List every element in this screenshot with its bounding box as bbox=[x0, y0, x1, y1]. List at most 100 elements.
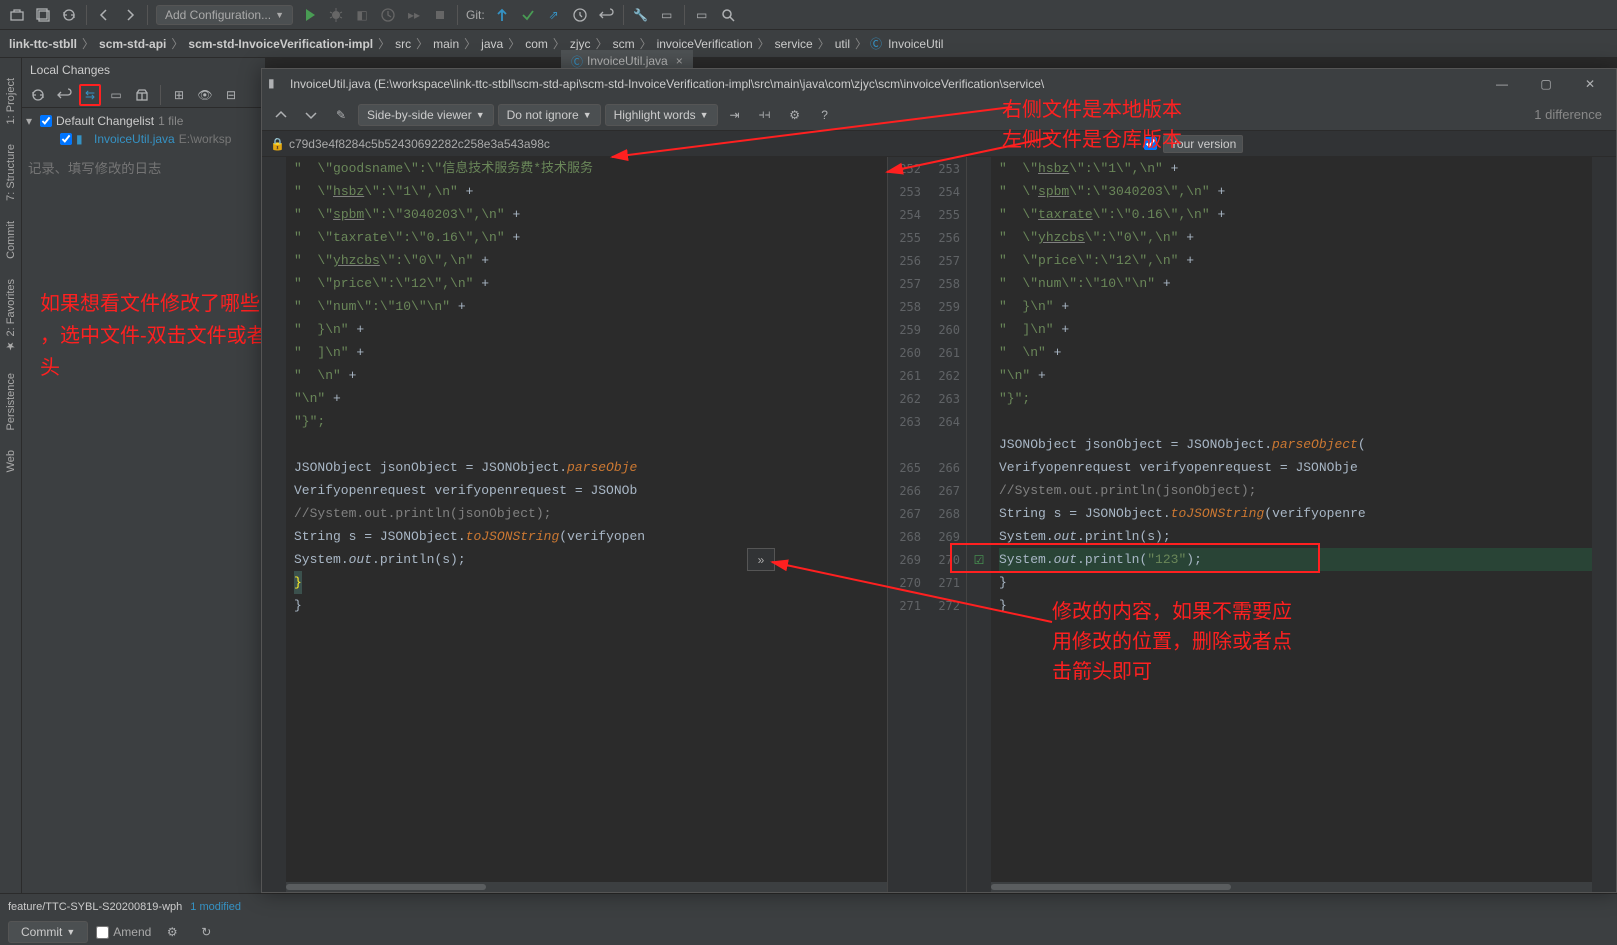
expand-all-icon[interactable]: ⊟ bbox=[220, 84, 242, 106]
crumb-3[interactable]: src bbox=[392, 37, 414, 51]
forward-icon[interactable] bbox=[118, 3, 142, 27]
git-update-icon[interactable] bbox=[490, 3, 514, 27]
help-icon[interactable]: ? bbox=[813, 103, 837, 127]
git-label: Git: bbox=[466, 8, 485, 22]
rollback-icon[interactable] bbox=[53, 84, 75, 106]
class-icon: Ⓒ bbox=[571, 53, 583, 70]
sync-scroll-icon[interactable]: ⫞⫞ bbox=[753, 103, 777, 127]
editor-area: Ⓒ InvoiceUtil.java × ▮ InvoiceUtil.java … bbox=[266, 58, 1617, 893]
minimize-icon[interactable]: — bbox=[1482, 70, 1522, 98]
profile-icon[interactable] bbox=[376, 3, 400, 27]
branch-label[interactable]: feature/TTC-SYBL-S20200819-wph bbox=[8, 901, 182, 913]
view-options-icon[interactable]: 👁 bbox=[194, 84, 216, 106]
expand-arrow-icon[interactable]: ▾ bbox=[26, 114, 36, 128]
favorites-tool[interactable]: ★ 2: Favorites bbox=[4, 279, 17, 353]
file-icon: ▮ bbox=[268, 76, 284, 92]
viewer-mode-dropdown[interactable]: Side-by-side viewer ▼ bbox=[358, 104, 494, 126]
maximize-icon[interactable]: ▢ bbox=[1526, 70, 1566, 98]
git-commit-icon[interactable] bbox=[516, 3, 540, 27]
local-changes-header[interactable]: Local Changes bbox=[22, 58, 265, 82]
your-version-label: Your version bbox=[1163, 135, 1243, 153]
structure-tool[interactable]: 7: Structure bbox=[5, 144, 17, 201]
amend-checkbox[interactable]: Amend bbox=[96, 925, 151, 939]
diff-toolbar: ✎ Side-by-side viewer ▼ Do not ignore ▼ … bbox=[262, 99, 1616, 131]
crumb-12[interactable]: InvoiceUtil bbox=[885, 37, 946, 51]
commit-message-input[interactable] bbox=[22, 152, 265, 893]
ide-search-icon[interactable]: ▭ bbox=[690, 3, 714, 27]
diff-left-pane[interactable]: " \"goodsname\":\"信息技术服务费*技术服务 " \"hsbz\… bbox=[286, 157, 887, 892]
search-everywhere-icon[interactable] bbox=[716, 3, 740, 27]
file-checkbox[interactable] bbox=[60, 133, 72, 145]
crumb-6[interactable]: com bbox=[522, 37, 551, 51]
crumb-1[interactable]: scm-std-api bbox=[96, 37, 169, 51]
changelist-checkbox[interactable] bbox=[40, 115, 52, 127]
diff-subheader: 🔒 c79d3e4f8284c5b52430692282c258e3a543a9… bbox=[262, 131, 1616, 157]
collapse-icon[interactable]: ⇥ bbox=[723, 103, 747, 127]
commit-history-icon[interactable]: ↻ bbox=[194, 920, 218, 944]
build-icon[interactable]: 🔧 bbox=[629, 3, 653, 27]
crumb-10[interactable]: service bbox=[772, 37, 816, 51]
changelist-icon[interactable]: ▭ bbox=[105, 84, 127, 106]
web-tool[interactable]: Web bbox=[5, 450, 17, 472]
crumb-7[interactable]: zjyc bbox=[567, 37, 594, 51]
lock-icon: 🔒 bbox=[270, 137, 285, 151]
coverage-icon[interactable]: ◧ bbox=[350, 3, 374, 27]
ignore-mode-dropdown[interactable]: Do not ignore ▼ bbox=[498, 104, 601, 126]
left-tool-rail: 1: Project 7: Structure Commit ★ 2: Favo… bbox=[0, 58, 22, 893]
commit-button[interactable]: Commit ▼ bbox=[8, 921, 88, 943]
stop-icon[interactable] bbox=[428, 3, 452, 27]
run-anything-icon[interactable]: ▸▸ bbox=[402, 3, 426, 27]
crumb-11[interactable]: util bbox=[832, 37, 853, 51]
highlight-mode-dropdown[interactable]: Highlight words ▼ bbox=[605, 104, 718, 126]
diff-count: 1 difference bbox=[1534, 107, 1602, 122]
changelist-row[interactable]: ▾ Default Changelist 1 file bbox=[22, 112, 265, 130]
git-push-icon[interactable]: ⇗ bbox=[542, 3, 566, 27]
main-toolbar: Add Configuration... ▼ ◧ ▸▸ Git: ⇗ 🔧 ▭ ▭ bbox=[0, 0, 1617, 30]
edit-icon[interactable]: ✎ bbox=[329, 103, 353, 127]
prev-diff-icon[interactable] bbox=[269, 103, 293, 127]
diff-titlebar[interactable]: ▮ InvoiceUtil.java (E:\workspace\link-tt… bbox=[262, 69, 1616, 99]
commit-tool[interactable]: Commit bbox=[5, 221, 17, 259]
modified-count[interactable]: 1 modified bbox=[190, 901, 241, 913]
diff-right-pane[interactable]: " \"hsbz\":\"1\",\n" + " \"spbm\":\"3040… bbox=[991, 157, 1592, 892]
crumb-8[interactable]: scm bbox=[610, 37, 638, 51]
refresh-icon[interactable] bbox=[27, 84, 49, 106]
diff-gutter: 2522532532542542552552562562572572582582… bbox=[887, 157, 967, 892]
save-all-icon[interactable] bbox=[31, 3, 55, 27]
status-area: feature/TTC-SYBL-S20200819-wph 1 modifie… bbox=[0, 893, 1617, 945]
your-version-checkbox[interactable] bbox=[1144, 137, 1157, 150]
class-icon: Ⓒ bbox=[869, 37, 883, 51]
back-icon[interactable] bbox=[92, 3, 116, 27]
git-history-icon[interactable] bbox=[568, 3, 592, 27]
next-diff-icon[interactable] bbox=[299, 103, 323, 127]
group-icon[interactable]: ⊞ bbox=[168, 84, 190, 106]
open-icon[interactable] bbox=[5, 3, 29, 27]
persistence-tool[interactable]: Persistence bbox=[5, 373, 17, 430]
crumb-5[interactable]: java bbox=[478, 37, 506, 51]
git-rollback-icon[interactable] bbox=[594, 3, 618, 27]
project-tool[interactable]: 1: Project bbox=[5, 78, 17, 124]
sync-icon[interactable] bbox=[57, 3, 81, 27]
commit-settings-icon[interactable]: ⚙ bbox=[160, 920, 184, 944]
vcs-panel: Local Changes ⇆ ▭ ⊞ 👁 ⊟ ▾ Default Change… bbox=[22, 58, 266, 893]
structure-popup-icon[interactable]: ▭ bbox=[655, 3, 679, 27]
settings-icon[interactable]: ⚙ bbox=[783, 103, 807, 127]
crumb-9[interactable]: invoiceVerification bbox=[654, 37, 756, 51]
crumb-2[interactable]: scm-std-InvoiceVerification-impl bbox=[185, 37, 376, 51]
left-revision-hash: c79d3e4f8284c5b52430692282c258e3a543a98c bbox=[289, 137, 550, 151]
close-tab-icon[interactable]: × bbox=[676, 54, 683, 68]
show-diff-icon[interactable]: ⇆ bbox=[79, 84, 101, 106]
run-config-dropdown[interactable]: Add Configuration... ▼ bbox=[156, 5, 293, 25]
shelve-icon[interactable] bbox=[131, 84, 153, 106]
crumb-0[interactable]: link-ttc-stbll bbox=[6, 37, 80, 51]
breadcrumb-bar: link-ttc-stbll〉 scm-std-api〉 scm-std-Inv… bbox=[0, 30, 1617, 58]
file-row[interactable]: ▮ InvoiceUtil.java E:\worksp bbox=[22, 130, 265, 148]
diff-body: " \"goodsname\":\"信息技术服务费*技术服务 " \"hsbz\… bbox=[262, 157, 1616, 892]
crumb-4[interactable]: main bbox=[430, 37, 462, 51]
close-icon[interactable]: ✕ bbox=[1570, 70, 1610, 98]
apply-change-icon[interactable]: » bbox=[747, 548, 775, 571]
diff-window: ▮ InvoiceUtil.java (E:\workspace\link-tt… bbox=[261, 68, 1617, 893]
run-icon[interactable] bbox=[298, 3, 322, 27]
debug-icon[interactable] bbox=[324, 3, 348, 27]
vcs-toolbar: ⇆ ▭ ⊞ 👁 ⊟ bbox=[22, 82, 265, 108]
